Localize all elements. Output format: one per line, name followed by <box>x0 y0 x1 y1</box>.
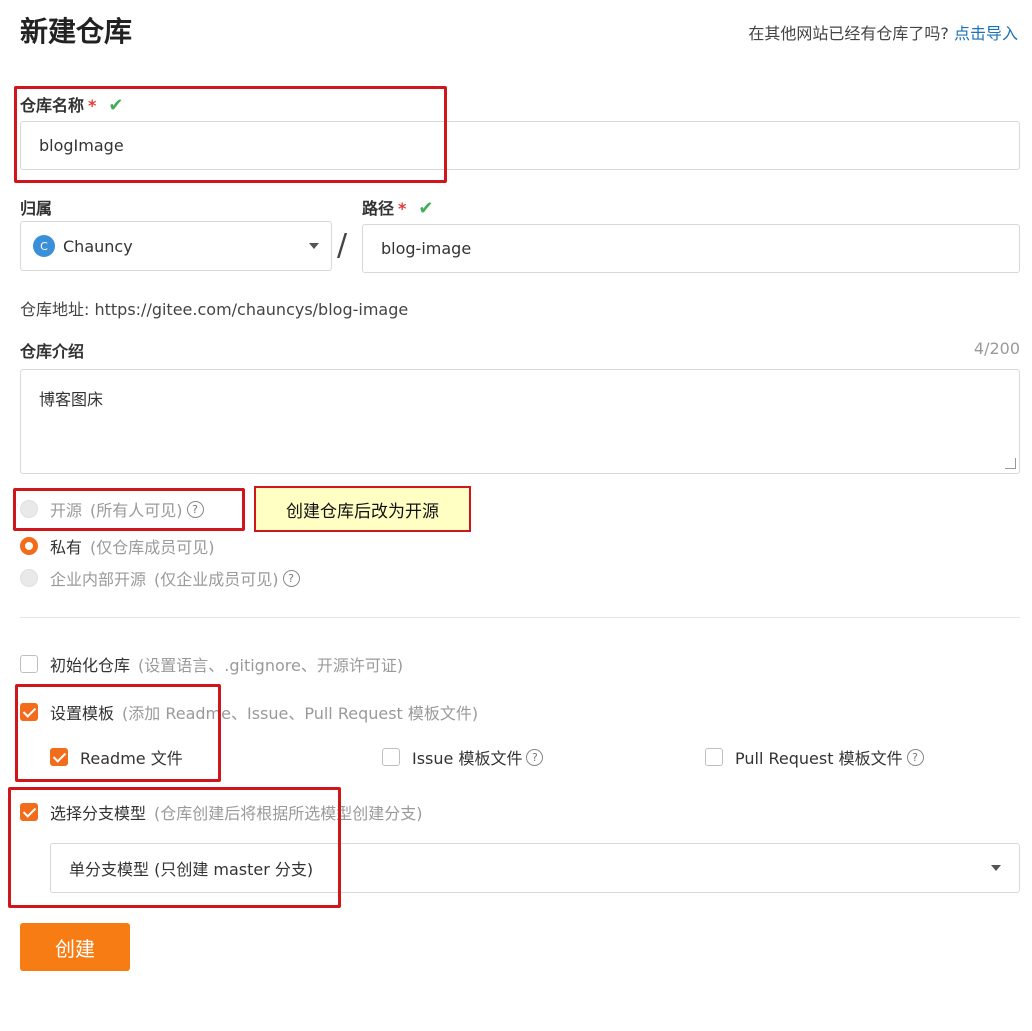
create-button[interactable]: 创建 <box>20 923 130 971</box>
chevron-down-icon <box>991 865 1001 871</box>
path-label: 路径 * ✔ <box>362 195 433 219</box>
resize-handle-icon[interactable] <box>1005 458 1016 469</box>
page-title: 新建仓库 <box>20 15 133 48</box>
pr-template-label: Pull Request 模板文件 <box>735 749 903 768</box>
import-link[interactable]: 点击导入 <box>954 24 1018 43</box>
path-input[interactable]: blog-image <box>362 224 1020 273</box>
intro-textarea[interactable]: 博客图床 <box>20 369 1020 474</box>
divider <box>20 617 1020 618</box>
avatar: C <box>33 235 55 257</box>
visibility-private[interactable]: 私有 (仅仓库成员可见) <box>20 534 215 558</box>
intro-label: 仓库介绍 <box>20 342 85 361</box>
intro-value: 博客图床 <box>39 390 104 409</box>
import-prompt: 在其他网站已经有仓库了吗? 点击导入 <box>748 20 1018 44</box>
visibility-private-label: 私有 <box>50 538 83 557</box>
highlight-box-templates <box>15 684 221 782</box>
highlight-box-branch <box>8 787 341 908</box>
init-repo-option[interactable]: 初始化仓库 (设置语言、.gitignore、开源许可证) <box>20 652 403 676</box>
import-prompt-text: 在其他网站已经有仓库了吗? <box>748 24 949 43</box>
init-repo-label: 初始化仓库 <box>50 656 131 675</box>
visibility-internal-hint: (仅企业成员可见) <box>154 570 279 589</box>
path-value: blog-image <box>381 239 472 258</box>
pr-template-option[interactable]: Pull Request 模板文件 ? <box>705 745 924 769</box>
intro-counter: 4/200 <box>973 339 1020 358</box>
highlight-box-open <box>13 488 245 531</box>
checkbox-pr-template[interactable] <box>705 748 723 766</box>
init-repo-hint: (设置语言、.gitignore、开源许可证) <box>138 656 404 675</box>
required-marker: * <box>398 199 407 218</box>
radio-internal[interactable] <box>20 569 38 587</box>
visibility-private-hint: (仅仓库成员可见) <box>90 538 215 557</box>
issue-template-label: Issue 模板文件 <box>412 749 523 768</box>
radio-private[interactable] <box>20 537 38 555</box>
visibility-internal[interactable]: 企业内部开源 (仅企业成员可见) ? <box>20 566 300 590</box>
valid-check-icon: ✔ <box>418 198 434 219</box>
issue-template-option[interactable]: Issue 模板文件 ? <box>382 745 544 769</box>
checkbox-issue-template[interactable] <box>382 748 400 766</box>
repo-url: 仓库地址: https://gitee.com/chauncys/blog-im… <box>20 300 409 319</box>
owner-label: 归属 <box>20 199 53 218</box>
help-icon[interactable]: ? <box>526 748 544 766</box>
annotation-tooltip: 创建仓库后改为开源 <box>254 486 471 532</box>
path-label-text: 路径 <box>362 199 395 218</box>
highlight-box-repo-name <box>14 86 447 183</box>
owner-value: Chauncy <box>63 236 133 256</box>
checkbox-init-repo[interactable] <box>20 655 38 673</box>
chevron-down-icon <box>309 243 319 249</box>
visibility-internal-label: 企业内部开源 <box>50 570 147 589</box>
help-icon[interactable]: ? <box>906 748 924 766</box>
help-icon[interactable]: ? <box>282 569 300 587</box>
path-separator: / <box>337 228 348 263</box>
owner-select[interactable]: C Chauncy <box>20 221 332 271</box>
